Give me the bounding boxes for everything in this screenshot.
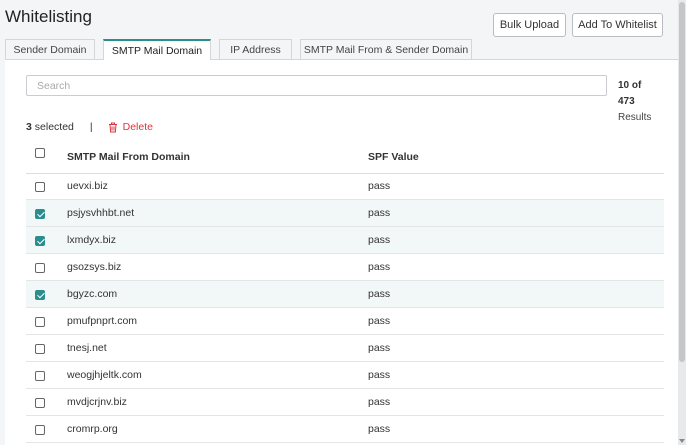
- domain-cell: tnesj.net: [67, 342, 107, 354]
- column-header-domain[interactable]: SMTP Mail From Domain: [67, 151, 190, 163]
- spf-cell: pass: [368, 369, 391, 381]
- tab-ip-address[interactable]: IP Address: [219, 39, 292, 60]
- spf-cell: pass: [368, 261, 391, 273]
- scrollbar-thumb[interactable]: [679, 2, 685, 362]
- table-row[interactable]: weogjhjeltk.com pass: [26, 362, 664, 389]
- domain-cell: cromrp.org: [67, 423, 118, 435]
- row-checkbox[interactable]: [35, 209, 45, 219]
- bulk-upload-button[interactable]: Bulk Upload: [493, 13, 566, 37]
- spf-cell: pass: [368, 180, 391, 192]
- tab-smtp-mail-domain[interactable]: SMTP Mail Domain: [103, 39, 211, 60]
- table-row[interactable]: psjysvhhbt.net pass: [26, 200, 664, 227]
- row-checkbox[interactable]: [35, 182, 45, 192]
- tab-sender-domain[interactable]: Sender Domain: [5, 39, 95, 60]
- separator: |: [89, 121, 93, 133]
- table-row[interactable]: bgyzc.com pass: [26, 281, 664, 308]
- results-total: 473: [618, 96, 635, 107]
- table-row[interactable]: tnesj.net pass: [26, 335, 664, 362]
- selection-bar: 3 selected | Delete: [26, 121, 153, 133]
- table-body: uevxi.biz pass psjysvhhbt.net pass lxmdyx.bi…: [26, 173, 664, 443]
- spf-cell: pass: [368, 288, 391, 300]
- tab-smtp-mail-from-sender-domain[interactable]: SMTP Mail From & Sender Domain: [300, 39, 472, 60]
- domain-cell: psjysvhhbt.net: [67, 207, 135, 219]
- row-checkbox[interactable]: [35, 371, 45, 381]
- row-checkbox[interactable]: [35, 290, 45, 300]
- row-checkbox[interactable]: [35, 236, 45, 246]
- results-label: Results: [618, 112, 652, 123]
- table-row[interactable]: gsozsys.biz pass: [26, 254, 664, 281]
- content-panel: 10 of 473 Results 3 selected | Delete SM…: [5, 59, 686, 445]
- spf-cell: pass: [368, 207, 391, 219]
- table-row[interactable]: mvdjcrjnv.biz pass: [26, 389, 664, 416]
- spf-cell: pass: [368, 315, 391, 327]
- selected-count: 3: [26, 121, 32, 133]
- row-checkbox[interactable]: [35, 425, 45, 435]
- domain-cell: pmufpnprt.com: [67, 315, 138, 327]
- domain-cell: lxmdyx.biz: [67, 234, 117, 246]
- select-all-checkbox[interactable]: [35, 148, 45, 158]
- row-checkbox[interactable]: [35, 398, 45, 408]
- table-row[interactable]: pmufpnprt.com pass: [26, 308, 664, 335]
- domain-cell: weogjhjeltk.com: [67, 369, 142, 381]
- table-row[interactable]: cromrp.org pass: [26, 416, 664, 443]
- search-input[interactable]: [26, 75, 607, 96]
- trash-icon: [108, 122, 117, 132]
- delete-button[interactable]: Delete: [108, 121, 153, 133]
- scroll-down-arrow-icon[interactable]: [679, 439, 685, 443]
- row-checkbox[interactable]: [35, 344, 45, 354]
- spf-cell: pass: [368, 234, 391, 246]
- row-checkbox[interactable]: [35, 317, 45, 327]
- spf-cell: pass: [368, 342, 391, 354]
- row-checkbox[interactable]: [35, 263, 45, 273]
- domain-cell: uevxi.biz: [67, 180, 108, 192]
- delete-label: Delete: [122, 121, 153, 133]
- scrollbar[interactable]: [678, 0, 686, 445]
- table-header: SMTP Mail From Domain SPF Value: [26, 144, 664, 174]
- spf-cell: pass: [368, 396, 391, 408]
- page-title: Whitelisting: [5, 7, 92, 26]
- tab-bar: Sender Domain SMTP Mail Domain IP Addres…: [0, 39, 686, 60]
- column-header-spf[interactable]: SPF Value: [368, 151, 419, 163]
- domain-cell: bgyzc.com: [67, 288, 118, 300]
- domain-cell: mvdjcrjnv.biz: [67, 396, 127, 408]
- results-shown: 10 of: [618, 80, 642, 91]
- results-count: 10 of 473 Results: [618, 78, 668, 126]
- table-row[interactable]: lxmdyx.biz pass: [26, 227, 664, 254]
- selected-label: selected: [34, 121, 74, 133]
- table-row[interactable]: uevxi.biz pass: [26, 173, 664, 200]
- spf-cell: pass: [368, 423, 391, 435]
- domain-cell: gsozsys.biz: [67, 261, 122, 273]
- add-to-whitelist-button[interactable]: Add To Whitelist: [572, 13, 663, 37]
